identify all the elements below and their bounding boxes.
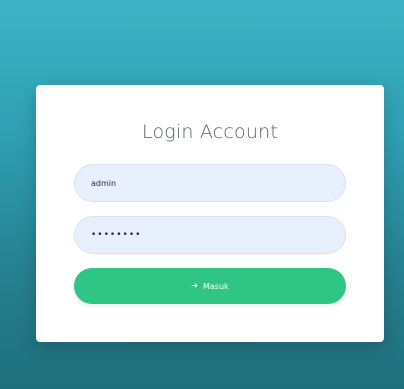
submit-button[interactable]: ➜ Masuk	[74, 268, 346, 304]
login-arrow-icon: ➜	[191, 281, 198, 290]
username-input[interactable]	[74, 164, 346, 202]
submit-button-label: Masuk	[203, 281, 229, 291]
login-page: { "login": { "title": "Login Account", "…	[0, 0, 404, 389]
password-input[interactable]	[74, 216, 346, 254]
page-title: Login Account	[142, 121, 278, 143]
login-card: Login Account ➜ Masuk	[36, 85, 384, 342]
